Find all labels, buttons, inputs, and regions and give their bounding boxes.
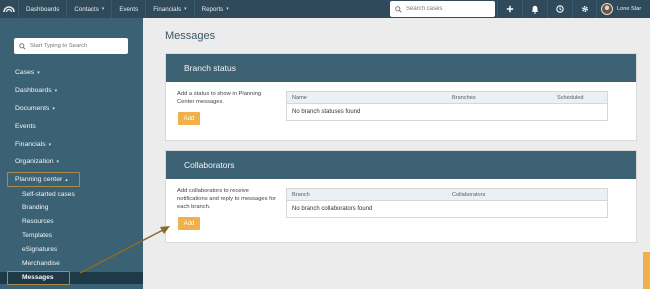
add-collaborator-button[interactable]: Add [178,217,200,230]
sidebar-item-label: Financials [15,141,46,148]
avatar [601,3,613,15]
sidebar-item-dashboards[interactable]: Dashboards ▾ [15,87,57,94]
side-feedback-tab[interactable] [643,252,650,289]
column-header-scheduled[interactable]: Scheduled [557,95,583,101]
nav-contacts[interactable]: Contacts ▾ [66,0,111,18]
top-navigation-bar: Dashboards Contacts ▾ Events Financials ▾ … [0,0,650,18]
sidebar-item-label: Events [15,123,36,130]
chevron-down-icon: ▾ [226,6,229,12]
chevron-down-icon: ▾ [48,142,52,148]
sidebar-subitem-merchandise[interactable]: Merchandise [22,260,60,267]
collaborators-description: Add collaborators to receive notificatio… [177,188,276,210]
nav-events-label: Events [119,5,139,13]
branch-status-description: Add a status to show in Planning Center … [177,91,262,105]
sidebar-item-label: Dashboards [15,87,52,94]
sidebar-subitem-templates[interactable]: Templates [22,232,52,239]
nav-reports-label: Reports [201,5,224,13]
sidebar-item-organization[interactable]: Organization ▾ [15,158,59,165]
chevron-down-icon: ▾ [54,88,58,94]
sidebar-item-documents[interactable]: Documents ▾ [15,105,55,112]
table-header: Branch Collaborators [287,189,607,201]
chevron-down-icon: ▾ [56,159,60,165]
nav-dashboards-label: Dashboards [26,5,60,13]
sidebar-item-label: Documents [15,105,50,112]
sidebar-subitem-self-started-cases[interactable]: Self-started cases [22,191,75,198]
table-empty-row: No branch collaborators found [292,206,373,212]
collaborators-panel: Collaborators Add collaborators to recei… [165,150,637,243]
case-search-input[interactable] [406,6,494,12]
sidebar-subitem-branding[interactable]: Branding [22,204,48,211]
sidebar-subitem-resources[interactable]: Resources [22,218,54,225]
chevron-down-icon: ▾ [184,6,187,12]
branch-status-heading: Branch status [166,54,636,82]
main-nav: Dashboards Contacts ▾ Events Financials ▾ … [18,0,236,18]
add-icon[interactable] [497,0,521,18]
chevron-down-icon: ▾ [101,6,105,12]
nav-financials[interactable]: Financials ▾ [145,0,193,18]
search-icon [395,0,402,18]
branch-status-panel: Branch status Add a status to show in Pl… [165,53,637,141]
collaborators-table: Branch Collaborators No branch collabora… [286,188,608,218]
user-menu[interactable]: Lone Star [596,0,650,18]
chevron-down-icon: ▾ [52,106,55,112]
sidebar-item-label: Organization [15,158,54,165]
bell-icon[interactable] [522,0,546,18]
user-name: Lone Star [617,6,642,12]
gear-icon[interactable] [572,0,596,18]
case-search-box [390,1,495,17]
column-header-branch[interactable]: Branch [292,192,310,198]
messages-highlight [7,271,70,285]
planning-center-highlight [7,172,80,187]
branch-status-table: Name Branches Scheduled No branch status… [286,91,608,121]
search-icon [19,37,26,55]
clock-icon[interactable] [547,0,571,18]
sidebar-search-input[interactable] [30,43,125,49]
column-header-branches[interactable]: Branches [452,95,476,101]
collaborators-heading: Collaborators [166,151,636,179]
sidebar-search-box [14,38,128,54]
sidebar-item-financials[interactable]: Financials ▾ [15,141,51,148]
page-title: Messages [165,30,216,42]
column-header-collaborators[interactable]: Collaborators [452,192,485,198]
chevron-down-icon: ▾ [37,70,40,76]
sidebar-item-events[interactable]: Events [15,123,36,130]
sidebar-item-label: Cases [15,69,35,76]
add-branch-status-button[interactable]: Add [178,112,200,125]
nav-events[interactable]: Events [111,0,145,18]
nav-contacts-label: Contacts [74,5,99,13]
table-header: Name Branches Scheduled [287,92,607,104]
sidebar-subitem-esignatures[interactable]: eSignatures [22,246,57,253]
nav-dashboards[interactable]: Dashboards [18,0,66,18]
nav-financials-label: Financials [153,5,182,13]
column-header-name[interactable]: Name [292,95,307,101]
sidebar-item-cases[interactable]: Cases ▾ [15,69,40,76]
nav-reports[interactable]: Reports ▾ [193,0,236,18]
table-empty-row: No branch statuses found [292,109,361,115]
app-logo-icon[interactable] [0,0,18,18]
